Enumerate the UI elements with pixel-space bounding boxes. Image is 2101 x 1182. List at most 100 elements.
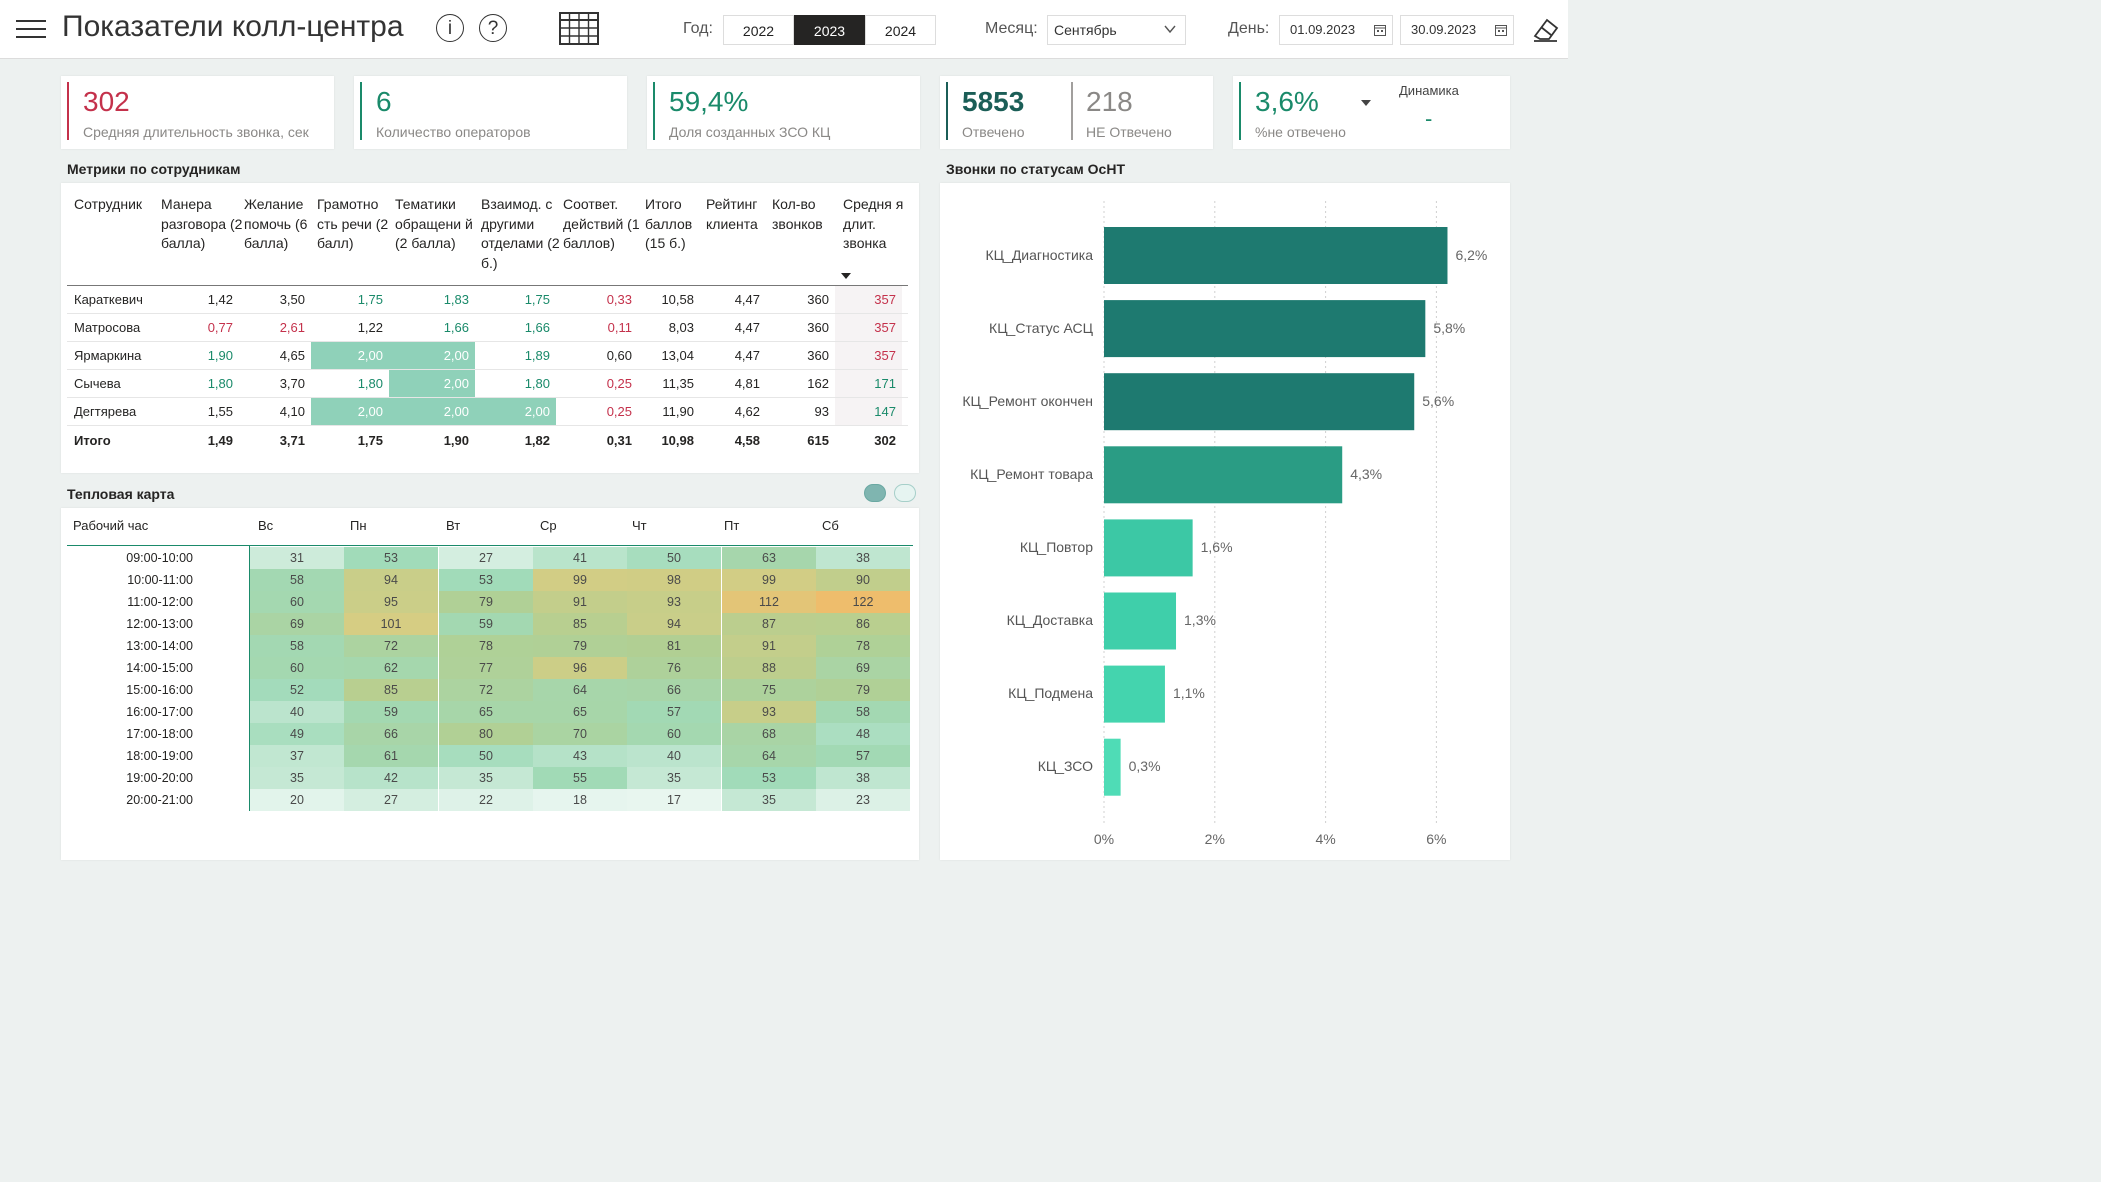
column-header[interactable]: Грамотно сть речи (2 балл) bbox=[317, 195, 393, 254]
sort-down-icon[interactable] bbox=[841, 273, 851, 279]
table-cell: 360 bbox=[807, 348, 829, 363]
heatmap-row: 20:00-21:00 20 27 22 18 17 35 23 bbox=[61, 789, 919, 811]
bar[interactable] bbox=[1104, 665, 1165, 723]
heatmap-cell: 98 bbox=[627, 569, 721, 591]
date-to-input[interactable]: 30.09.2023 bbox=[1400, 15, 1514, 45]
table-row[interactable]: Ярмаркина 1,90 4,65 2,00 2,00 1,89 0,60 13,04 4,… bbox=[61, 342, 919, 369]
table-cell: 8,03 bbox=[668, 320, 694, 335]
column-header[interactable]: Рейтинг клиента bbox=[706, 195, 770, 234]
table-cell: 1,75 bbox=[524, 292, 550, 307]
column-header[interactable]: Итого баллов (15 б.) bbox=[645, 195, 705, 254]
column-header[interactable]: Соответ. действий (1 баллов) bbox=[563, 195, 643, 254]
heatmap-cell: 90 bbox=[816, 569, 910, 591]
year-2024-button[interactable]: 2024 bbox=[865, 15, 936, 45]
view-toggle-2[interactable] bbox=[894, 484, 916, 502]
bar[interactable] bbox=[1104, 592, 1177, 650]
kpi-not-answered-value: 218 bbox=[1086, 86, 1133, 117]
heatmap-cell: 99 bbox=[722, 569, 816, 591]
table-cell: 4,47 bbox=[734, 320, 760, 335]
eraser-icon[interactable] bbox=[1531, 14, 1561, 44]
help-icon[interactable]: ? bbox=[479, 14, 507, 42]
table-cell: 4,65 bbox=[279, 348, 305, 363]
heatmap-day-header[interactable]: Ср bbox=[540, 518, 557, 533]
table-row[interactable]: Матросова 0,77 2,61 1,22 1,66 1,66 0,11 8,03 4,4… bbox=[61, 314, 919, 341]
heatmap-day-header[interactable]: Вт bbox=[446, 518, 460, 533]
heatmap-cell: 18 bbox=[533, 789, 627, 811]
heatmap-day-header[interactable]: Чт bbox=[632, 518, 647, 533]
heatmap-row: 09:00-10:00 31 53 27 41 50 63 38 bbox=[61, 547, 919, 569]
view-toggle-1[interactable] bbox=[864, 484, 886, 502]
month-value: Сентябрь bbox=[1054, 22, 1117, 38]
heatmap-day-header[interactable]: Пн bbox=[350, 518, 367, 533]
heatmap-cell: 23 bbox=[816, 789, 910, 811]
bar[interactable] bbox=[1104, 519, 1193, 577]
table-row[interactable]: Караткевич 1,42 3,50 1,75 1,83 1,75 0,33 10,58 4… bbox=[61, 286, 919, 313]
day-label: День: bbox=[1228, 20, 1270, 37]
table-cell: 162 bbox=[807, 376, 829, 391]
column-header[interactable]: Средня я длит. звонка bbox=[843, 195, 905, 254]
heatmap-row: 17:00-18:00 49 66 80 70 60 68 48 bbox=[61, 723, 919, 745]
table-cell: 357 bbox=[835, 342, 902, 369]
bar[interactable] bbox=[1104, 300, 1426, 358]
table-cell: 1,75 bbox=[357, 292, 383, 307]
heatmap-day-header[interactable]: Вс bbox=[258, 518, 273, 533]
heatmap-hour-label: 15:00-16:00 bbox=[126, 683, 193, 697]
heatmap-cell: 35 bbox=[439, 767, 533, 789]
heatmap-row: 15:00-16:00 52 85 72 64 66 75 79 bbox=[61, 679, 919, 701]
heatmap-day-header[interactable]: Сб bbox=[822, 518, 839, 533]
column-header[interactable]: Желание помочь (6 балла) bbox=[244, 195, 316, 254]
column-header[interactable]: Манера разговора (2 балла) bbox=[161, 195, 243, 254]
heatmap-hour-label: 19:00-20:00 bbox=[126, 771, 193, 785]
date-from-input[interactable]: 01.09.2023 bbox=[1279, 15, 1393, 45]
bar[interactable] bbox=[1104, 446, 1343, 504]
info-icon[interactable]: i bbox=[436, 14, 464, 42]
table-cell: 1,42 bbox=[207, 292, 233, 307]
bar[interactable] bbox=[1104, 227, 1448, 284]
heatmap-cell: 52 bbox=[250, 679, 344, 701]
bar-value-label: 1,3% bbox=[1184, 612, 1216, 628]
table-cell: 1,90 bbox=[207, 348, 233, 363]
bar-value-label: 1,6% bbox=[1200, 538, 1233, 555]
kpi-not-answered-pct-value: 3,6% bbox=[1255, 86, 1319, 117]
x-tick-label: 4% bbox=[1315, 831, 1336, 847]
total-cell: 1,90 bbox=[443, 433, 469, 448]
column-header[interactable]: Взаимод. с другими отделами (2 б.) bbox=[481, 195, 561, 273]
table-row[interactable]: Дегтярева 1,55 4,10 2,00 2,00 2,00 0,25 11,90 4,… bbox=[61, 398, 919, 425]
heatmap-cell: 17 bbox=[627, 789, 721, 811]
heatmap-title: Тепловая карта bbox=[67, 486, 175, 502]
x-tick-label: 6% bbox=[1426, 831, 1447, 847]
table-cell: 3,70 bbox=[279, 376, 305, 391]
table-cell: 1,55 bbox=[207, 404, 233, 419]
column-header[interactable]: Сотрудник bbox=[74, 195, 159, 215]
kpi-divider bbox=[1071, 82, 1073, 140]
heatmap-cell: 35 bbox=[722, 789, 816, 811]
heatmap-cell: 42 bbox=[344, 767, 438, 789]
month-dropdown[interactable]: Сентябрь bbox=[1047, 15, 1186, 45]
year-2022-button[interactable]: 2022 bbox=[723, 15, 794, 45]
table-view-icon[interactable] bbox=[559, 12, 599, 45]
bar[interactable] bbox=[1104, 738, 1121, 796]
total-label: Итого bbox=[74, 433, 111, 448]
bar-value-label: 5,8% bbox=[1433, 319, 1466, 336]
table-row[interactable]: Сычева 1,80 3,70 1,80 2,00 1,80 0,25 11,35 4,81 1… bbox=[61, 370, 919, 397]
heatmap-day-header[interactable]: Пт bbox=[724, 518, 739, 533]
year-2023-button[interactable]: 2023 bbox=[794, 15, 865, 45]
employee-name: Матросова bbox=[74, 320, 141, 335]
column-header[interactable]: Тематики обращени й (2 балла) bbox=[395, 195, 480, 254]
calendar-icon[interactable] bbox=[1495, 24, 1507, 36]
caret-down-icon[interactable] bbox=[1361, 100, 1371, 106]
calendar-icon[interactable] bbox=[1374, 24, 1386, 36]
total-cell: 1,49 bbox=[207, 433, 233, 448]
table-cell: 4,47 bbox=[734, 348, 760, 363]
bar[interactable] bbox=[1104, 373, 1415, 431]
menu-icon[interactable] bbox=[16, 18, 46, 40]
heatmap-cell: 22 bbox=[439, 789, 533, 811]
heatmap-hour-header[interactable]: Рабочий час bbox=[73, 518, 148, 533]
heatmap-cell: 101 bbox=[344, 613, 438, 635]
heatmap-hour-label: 20:00-21:00 bbox=[126, 793, 193, 807]
column-header[interactable]: Кол-во звонков bbox=[772, 195, 842, 234]
heatmap-cell: 40 bbox=[627, 745, 721, 767]
employee-name: Сычева bbox=[74, 376, 121, 391]
total-cell: 0,31 bbox=[606, 433, 632, 448]
heatmap-cell: 48 bbox=[816, 723, 910, 745]
